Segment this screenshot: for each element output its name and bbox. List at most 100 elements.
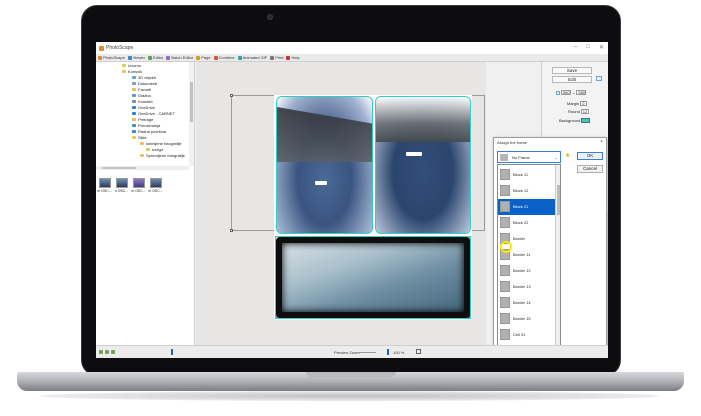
page-canvas[interactable] <box>196 62 486 352</box>
folder-icon <box>140 154 144 157</box>
tree-item[interactable]: Pretrage <box>132 117 153 122</box>
save-button[interactable]: Save <box>552 67 592 74</box>
tree-item[interactable]: 3D objekti <box>132 75 156 80</box>
zoom-slider-knob[interactable] <box>387 349 389 355</box>
frame-list-scroll-thumb[interactable] <box>557 185 560 215</box>
page-size-row: 580 ⌄ 580 <box>556 90 587 95</box>
margin-input[interactable]: 0 <box>580 101 588 106</box>
tree-item[interactable]: OneDrive <box>132 105 155 110</box>
minimize-icon[interactable]: – <box>574 44 577 51</box>
thumbnail[interactable]: n OSC... <box>115 178 128 193</box>
favorites-icon <box>132 88 136 91</box>
list-item[interactable]: Border 13 <box>498 279 555 295</box>
tree-item[interactable]: Spremljene fotografije <box>140 153 185 158</box>
tree-item[interactable]: Preuzimanja <box>132 123 160 128</box>
tab-editor[interactable]: Editor <box>147 55 163 60</box>
tree-item[interactable]: Glazba <box>132 93 151 98</box>
tree-item[interactable]: OneDrive - CARNET <box>132 111 175 116</box>
dialog-close-icon[interactable]: × <box>600 139 603 145</box>
photo-cell-1[interactable] <box>276 96 373 234</box>
page-size-icon <box>556 90 560 95</box>
star-icon[interactable]: ★ <box>565 152 570 159</box>
thumbnail-size-slider[interactable] <box>171 349 173 355</box>
tree-item[interactable]: snimljene fotografije <box>140 141 182 146</box>
tree-item[interactable]: Kontakti <box>132 99 152 104</box>
tab-photoscape[interactable]: PhotoScape <box>98 55 125 60</box>
tree-item[interactable]: Radna površina <box>132 129 166 134</box>
cursor-highlight <box>500 241 512 253</box>
tree-item[interactable]: Slike <box>132 135 147 140</box>
thumbnail[interactable]: m OSC... <box>131 178 146 193</box>
documents-icon <box>132 82 136 85</box>
tree-item[interactable]: Favoriti <box>132 87 151 92</box>
zoom-value: 100 % <box>393 350 405 355</box>
folder-icon <box>122 64 126 67</box>
undo-icon[interactable] <box>99 350 103 354</box>
round-input[interactable]: 12 <box>580 109 589 114</box>
cancel-button[interactable]: Cancel <box>577 165 603 173</box>
tree-scrollbar[interactable] <box>189 62 194 166</box>
maximize-icon[interactable]: □ <box>586 44 590 51</box>
ok-button[interactable]: OK <box>577 152 603 160</box>
tree-hscrollbar[interactable] <box>96 166 189 170</box>
folder-icon <box>140 142 144 145</box>
frame-thumb <box>500 169 510 181</box>
redo-icon[interactable] <box>105 350 109 354</box>
zoom-track[interactable] <box>358 352 376 353</box>
gif-icon <box>237 55 242 60</box>
page-preview <box>274 95 472 320</box>
frame-list-scrollbar[interactable] <box>555 165 560 351</box>
frame-thumb <box>500 281 510 293</box>
width-input[interactable]: 580 <box>561 90 571 95</box>
thumbnail[interactable]: m OSC... <box>97 178 112 193</box>
list-item[interactable]: Border 12 <box>498 263 555 279</box>
tree-hscroll-thumb[interactable] <box>102 167 136 169</box>
tab-batch-editor[interactable]: Batch Editor <box>166 55 193 60</box>
list-item[interactable]: Block 12 <box>498 183 555 199</box>
webcam <box>267 14 273 20</box>
frame-select[interactable]: No Frame ⌄ <box>497 151 561 163</box>
settings-icon[interactable] <box>111 350 115 354</box>
tree-item[interactable]: Dokumenti <box>132 81 157 86</box>
height-input[interactable]: 580 <box>576 90 587 95</box>
list-item[interactable]: Block 22 <box>498 215 555 231</box>
list-item[interactable]: Border 14 <box>498 295 555 311</box>
pictures-icon <box>132 136 136 139</box>
tree-item[interactable]: ezdgd <box>146 147 163 152</box>
background-color-swatch[interactable] <box>581 118 591 123</box>
frame-thumb <box>500 329 510 341</box>
edit-button[interactable]: Edit <box>552 76 592 83</box>
frame-thumb <box>500 201 510 213</box>
tab-print[interactable]: Print <box>270 55 283 60</box>
window-title: PhotoScape <box>106 45 134 51</box>
photo-cell-2[interactable] <box>375 96 471 234</box>
title-bar: PhotoScape – □ ✕ <box>96 42 608 54</box>
frame-thumb <box>500 265 510 277</box>
tab-page[interactable]: Page <box>196 55 211 60</box>
thumbnail[interactable]: m OSC... <box>148 178 163 193</box>
tab-combine[interactable]: Combine <box>213 55 235 60</box>
3d-objects-icon <box>132 76 136 79</box>
list-item[interactable]: Cell 01 <box>498 327 555 343</box>
fit-to-window-icon[interactable] <box>416 349 421 354</box>
list-item[interactable]: Border 15 <box>498 311 555 327</box>
tab-animated-gif[interactable]: Animated GIF <box>237 55 267 60</box>
tree-item[interactable]: Izvorno <box>122 63 141 68</box>
tab-help[interactable]: Help <box>286 55 300 60</box>
main-tabs: PhotoScape Viewer Editor Batch Editor Pa… <box>96 54 608 62</box>
width-dropdown-icon[interactable]: ⌄ <box>572 90 575 95</box>
tree-item[interactable]: Korisnik <box>122 69 142 74</box>
photo-cell-3[interactable] <box>275 236 471 319</box>
music-icon <box>132 94 136 97</box>
thumbnail-strip: m OSC... n OSC... m OSC... m OSC... <box>97 178 163 193</box>
layout-icon[interactable] <box>596 76 602 81</box>
tab-viewer[interactable]: Viewer <box>127 55 145 60</box>
close-icon[interactable]: ✕ <box>599 44 604 51</box>
list-item[interactable]: Block 11 <box>498 167 555 183</box>
tree-scroll-thumb[interactable] <box>190 82 193 122</box>
list-item[interactable]: Block 21 <box>498 199 555 215</box>
margin-row: Margin 0 <box>567 101 588 106</box>
resize-handle[interactable] <box>230 94 233 97</box>
resize-handle[interactable] <box>230 229 233 232</box>
zoom-label: Preview Zoom <box>334 350 360 355</box>
